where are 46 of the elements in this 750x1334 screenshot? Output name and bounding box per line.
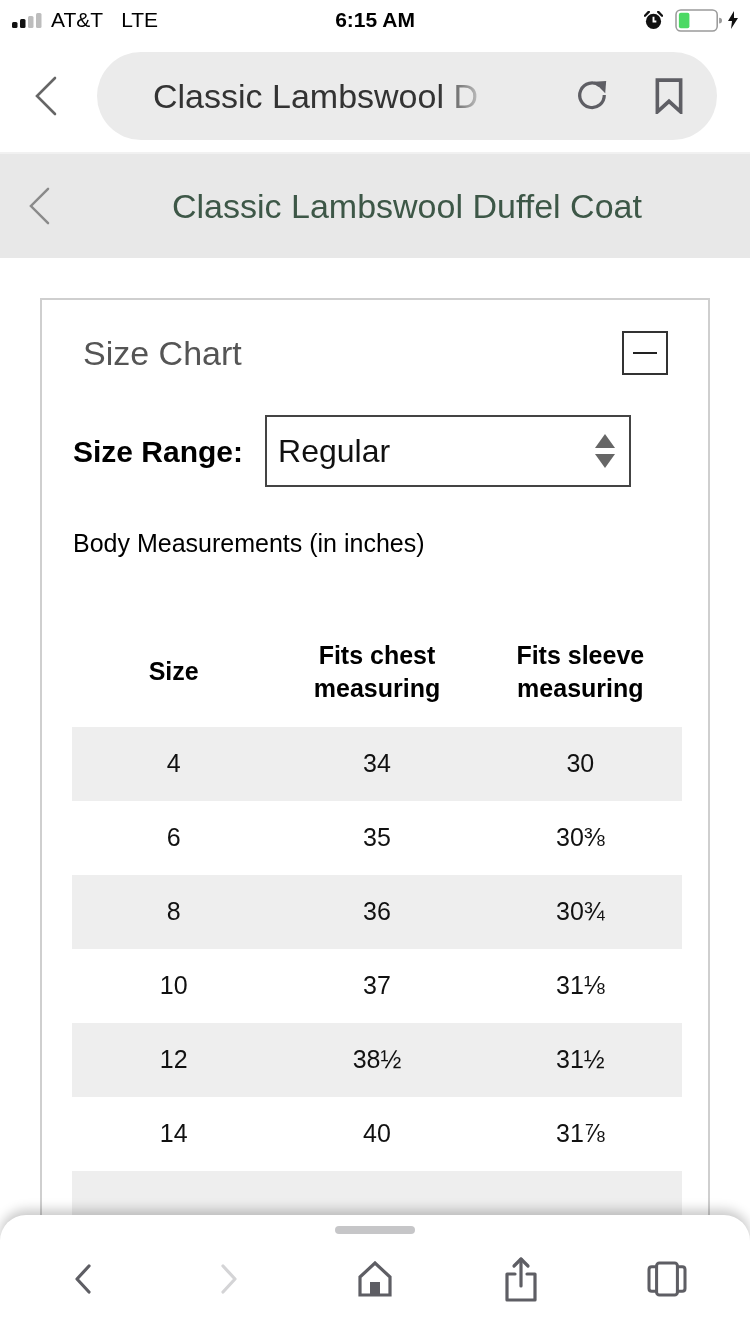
column-header: Fits sleeve measuring xyxy=(515,639,646,704)
back-icon[interactable] xyxy=(29,187,50,225)
table-cell-text: 30¾ xyxy=(556,895,605,927)
address-bar[interactable]: Classic Lambswool D xyxy=(97,52,717,140)
back-icon[interactable] xyxy=(35,76,57,116)
network-label: LTE xyxy=(121,7,159,34)
home-icon[interactable] xyxy=(358,1261,392,1297)
table-cell-text: 31⅞ xyxy=(556,1117,605,1149)
charging-bolt-icon xyxy=(728,11,738,29)
size-range-label: Size Range: xyxy=(73,433,244,470)
alarm-clock-icon xyxy=(644,10,663,30)
share-icon[interactable] xyxy=(504,1256,538,1302)
table-cell-text: 30 xyxy=(566,747,595,779)
page-title: Classic Lambswool D xyxy=(153,75,478,117)
sort-arrows-icon xyxy=(595,434,616,468)
page-heading: Classic Lambswool Duffel Coat xyxy=(172,185,642,227)
table-cell-text: 37 xyxy=(363,969,391,1001)
table-cell-text: 40 xyxy=(363,1117,391,1149)
table-cell-text: 38½ xyxy=(352,1043,402,1075)
signal-icon xyxy=(12,12,42,28)
table-cell-text: 35 xyxy=(363,821,391,853)
battery-icon xyxy=(675,8,723,32)
bookmark-icon[interactable] xyxy=(655,78,683,114)
table-cell-text: 4 xyxy=(166,747,181,779)
table-cell-text: 30⅜ xyxy=(556,821,605,853)
tabs-icon[interactable] xyxy=(647,1261,687,1297)
table-cell-text: 31⅛ xyxy=(556,969,605,1001)
size-chart-title: Size Chart xyxy=(83,332,242,374)
drag-handle[interactable] xyxy=(335,1226,415,1234)
table-cell-text: 36 xyxy=(363,895,391,927)
table-cell-text: 8 xyxy=(166,895,181,927)
table-cell-text: 12 xyxy=(159,1043,188,1075)
measurements-note: Body Measurements (in inches) xyxy=(72,528,426,559)
collapse-button[interactable] xyxy=(622,331,668,375)
table-cell-text: 14 xyxy=(159,1117,188,1149)
clock-time: 6:15 AM xyxy=(335,7,415,34)
carrier-label: AT&T xyxy=(51,7,104,34)
size-range-select[interactable]: Regular xyxy=(265,415,632,487)
table-cell-text: 10 xyxy=(159,969,188,1001)
column-header: Size xyxy=(148,656,199,687)
table-cell-text: 6 xyxy=(166,821,181,853)
table-cell-text: 34 xyxy=(363,747,391,779)
minus-icon xyxy=(633,352,657,354)
table-cell-text: 31½ xyxy=(556,1043,605,1075)
column-header: Fits chest measuring xyxy=(312,639,442,704)
back-icon[interactable] xyxy=(75,1264,91,1294)
